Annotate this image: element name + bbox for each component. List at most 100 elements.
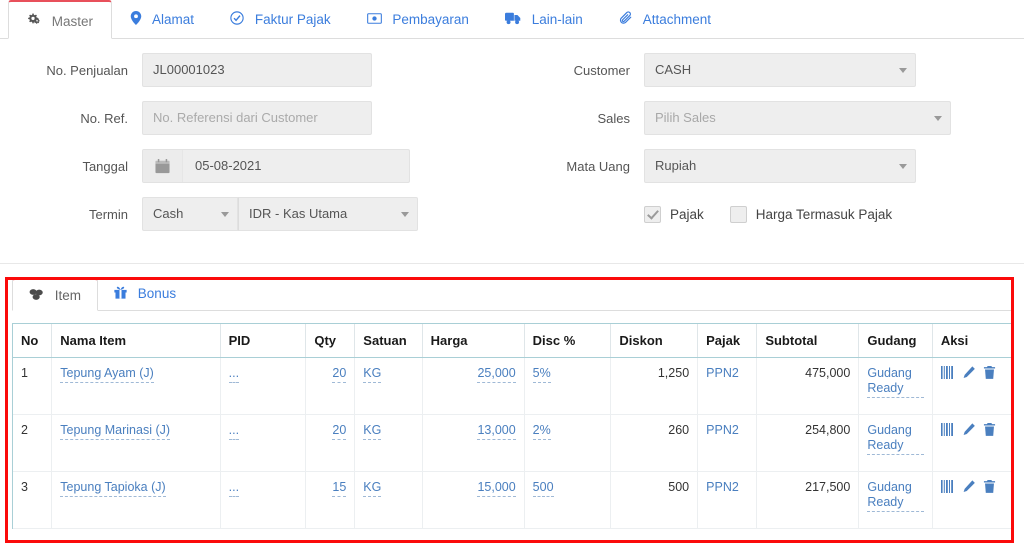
item-table: No Nama Item PID Qty Satuan Harga Disc %…	[13, 324, 1011, 529]
cell-disc-persen: 500	[524, 472, 611, 529]
tab-bonus[interactable]: Bonus	[98, 278, 192, 311]
pid-link[interactable]: ...	[229, 480, 239, 497]
sales-order-page: Master Alamat Faktur Pajak	[0, 0, 1024, 545]
col-header-aksi: Aksi	[932, 324, 1011, 358]
no-ref-input[interactable]: No. Referensi dari Customer	[142, 101, 372, 135]
map-pin-icon	[130, 1, 142, 40]
disc-persen-link[interactable]: 2%	[533, 423, 551, 440]
no-penjualan-label: No. Penjualan	[0, 63, 142, 78]
barcode-icon[interactable]	[941, 366, 955, 379]
cell-pajak: PPN2	[698, 358, 757, 415]
customer-value: CASH	[655, 62, 691, 77]
cell-pid: ...	[220, 358, 306, 415]
cell-harga: 13,000	[422, 415, 524, 472]
col-header-qty: Qty	[306, 324, 355, 358]
pajak-link[interactable]: PPN2	[706, 423, 739, 439]
field-mata-uang: Mata Uang Rupiah	[512, 149, 1024, 183]
barcode-icon[interactable]	[941, 423, 955, 436]
checkbox-empty-icon	[730, 206, 747, 223]
delete-icon[interactable]	[983, 423, 996, 436]
tanggal-value[interactable]: 05-08-2021	[183, 150, 409, 182]
col-header-gudang: Gudang	[859, 324, 932, 358]
harga-link[interactable]: 25,000	[477, 366, 515, 383]
termin-account-select[interactable]: IDR - Kas Utama	[238, 197, 418, 231]
cell-no: 3	[13, 472, 52, 529]
mata-uang-value: Rupiah	[655, 158, 696, 173]
tab-master[interactable]: Master	[8, 0, 112, 39]
delete-icon[interactable]	[983, 480, 996, 493]
tab-attachment-label: Attachment	[643, 12, 711, 27]
tab-item[interactable]: Item	[12, 278, 98, 311]
gift-icon	[114, 279, 127, 311]
satuan-link[interactable]: KG	[363, 366, 381, 383]
harga-termasuk-pajak-checkbox[interactable]: Harga Termasuk Pajak	[730, 206, 892, 223]
cell-gudang: Gudang Ready	[859, 472, 932, 529]
cell-subtotal: 254,800	[757, 415, 859, 472]
harga-link[interactable]: 13,000	[477, 423, 515, 440]
no-penjualan-input[interactable]: JL00001023	[142, 53, 372, 87]
qty-link[interactable]: 20	[332, 423, 346, 440]
harga-link[interactable]: 15,000	[477, 480, 515, 497]
tab-alamat[interactable]: Alamat	[112, 0, 212, 39]
edit-icon[interactable]	[962, 423, 976, 436]
col-header-nama-item: Nama Item	[52, 324, 220, 358]
field-no-ref: No. Ref. No. Referensi dari Customer	[0, 101, 512, 135]
cell-disc-persen: 2%	[524, 415, 611, 472]
qty-link[interactable]: 15	[332, 480, 346, 497]
tanggal-input-group[interactable]: 05-08-2021	[142, 149, 410, 183]
tab-faktur-pajak[interactable]: Faktur Pajak	[212, 0, 349, 39]
pajak-checkbox[interactable]: Pajak	[644, 206, 704, 223]
item-name-link[interactable]: Tepung Marinasi (J)	[60, 423, 170, 440]
tab-lain-lain[interactable]: Lain-lain	[487, 0, 601, 39]
cell-subtotal: 217,500	[757, 472, 859, 529]
item-section: Item Bonus	[0, 264, 1024, 529]
termin-type-select[interactable]: Cash	[142, 197, 238, 231]
col-header-subtotal: Subtotal	[757, 324, 859, 358]
harga-termasuk-pajak-label: Harga Termasuk Pajak	[756, 207, 892, 222]
tab-attachment[interactable]: Attachment	[601, 0, 729, 39]
cell-diskon: 260	[611, 415, 698, 472]
cell-nama-item: Tepung Tapioka (J)	[52, 472, 220, 529]
gudang-link[interactable]: Gudang Ready	[867, 423, 923, 455]
cell-pid: ...	[220, 415, 306, 472]
cell-diskon: 500	[611, 472, 698, 529]
tab-pembayaran[interactable]: Pembayaran	[349, 0, 487, 39]
pid-link[interactable]: ...	[229, 366, 239, 383]
cell-gudang: Gudang Ready	[859, 415, 932, 472]
checkbox-check-icon	[644, 206, 661, 223]
form-left-column: No. Penjualan JL00001023 No. Ref. No. Re…	[0, 53, 512, 245]
satuan-link[interactable]: KG	[363, 480, 381, 497]
master-form: No. Penjualan JL00001023 No. Ref. No. Re…	[0, 39, 1024, 264]
edit-icon[interactable]	[962, 366, 976, 379]
qty-link[interactable]: 20	[332, 366, 346, 383]
cell-harga: 25,000	[422, 358, 524, 415]
cell-aksi	[932, 415, 1011, 472]
chevron-down-icon	[401, 212, 409, 217]
col-header-disc-persen: Disc %	[524, 324, 611, 358]
barcode-icon[interactable]	[941, 480, 955, 493]
pajak-link[interactable]: PPN2	[706, 480, 739, 496]
item-name-link[interactable]: Tepung Tapioka (J)	[60, 480, 165, 497]
satuan-link[interactable]: KG	[363, 423, 381, 440]
gudang-link[interactable]: Gudang Ready	[867, 480, 923, 512]
disc-persen-link[interactable]: 5%	[533, 366, 551, 383]
edit-icon[interactable]	[962, 480, 976, 493]
customer-select[interactable]: CASH	[644, 53, 916, 87]
tab-alamat-label: Alamat	[152, 12, 194, 27]
cell-no: 2	[13, 415, 52, 472]
delete-icon[interactable]	[983, 366, 996, 379]
mata-uang-select[interactable]: Rupiah	[644, 149, 916, 183]
customer-label: Customer	[512, 63, 644, 78]
pajak-link[interactable]: PPN2	[706, 366, 739, 382]
pid-link[interactable]: ...	[229, 423, 239, 440]
gudang-link[interactable]: Gudang Ready	[867, 366, 923, 398]
truck-icon	[505, 1, 521, 40]
form-right-column: Customer CASH Sales Pilih Sales	[512, 53, 1024, 245]
sales-select[interactable]: Pilih Sales	[644, 101, 951, 135]
calendar-icon[interactable]	[143, 150, 183, 182]
item-name-link[interactable]: Tepung Ayam (J)	[60, 366, 154, 383]
disc-persen-link[interactable]: 500	[533, 480, 554, 497]
termin-type-value: Cash	[153, 206, 183, 221]
tab-lain-lain-label: Lain-lain	[532, 12, 583, 27]
col-header-harga: Harga	[422, 324, 524, 358]
